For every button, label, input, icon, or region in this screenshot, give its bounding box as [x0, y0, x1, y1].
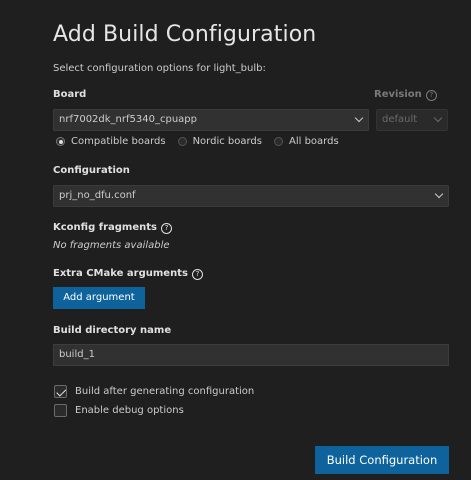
kconfig-label-text: Kconfig fragments [53, 222, 157, 233]
dialog-title: Add Build Configuration [53, 22, 317, 47]
help-circle-icon[interactable]: ? [191, 269, 203, 280]
build-dir-input[interactable]: build_1 [53, 344, 449, 366]
debug-label: Enable debug options [75, 405, 184, 416]
revision-select: default [376, 109, 448, 131]
radio-nordic-boards[interactable]: Nordic boards [177, 136, 262, 147]
build-after-option[interactable]: Build after generating configuration [54, 385, 254, 398]
chevron-down-icon [434, 189, 444, 199]
chevron-down-icon [433, 113, 443, 123]
revision-label: Revision? [374, 89, 437, 101]
kconfig-label: Kconfig fragments? [53, 222, 172, 234]
configuration-select[interactable]: prj_no_dfu.conf [53, 185, 449, 207]
board-label: Board [53, 89, 86, 100]
revision-select-value: default [382, 114, 418, 125]
board-select[interactable]: nrf7002dk_nrf5340_cpuapp [53, 109, 369, 131]
cmake-label: Extra CMake arguments? [53, 268, 203, 280]
build-configuration-button[interactable]: Build Configuration [315, 446, 449, 474]
revision-label-text: Revision [374, 89, 422, 100]
debug-option[interactable]: Enable debug options [54, 404, 184, 417]
radio-all-boards[interactable]: All boards [274, 136, 339, 147]
board-select-value: nrf7002dk_nrf5340_cpuapp [59, 114, 197, 125]
radio-icon [177, 137, 187, 146]
radio-icon [56, 137, 65, 146]
configuration-label: Configuration [53, 165, 130, 176]
board-label-text: Board [53, 89, 87, 100]
radio-label: Compatible boards [71, 136, 166, 147]
checkbox-unchecked-icon[interactable] [54, 404, 67, 417]
radio-label: All boards [289, 136, 339, 147]
radio-compatible-boards[interactable]: Compatible boards [56, 136, 166, 147]
checkbox-checked-icon[interactable] [54, 385, 67, 398]
add-argument-button[interactable]: Add argument [53, 287, 145, 309]
help-circle-icon[interactable]: ? [160, 223, 172, 234]
dialog-subtitle: Select configuration options for light_b… [53, 63, 266, 74]
cmake-label-text: Extra CMake arguments [53, 268, 188, 279]
build-after-label: Build after generating configuration [75, 386, 255, 397]
radio-icon [274, 137, 283, 146]
build-dir-label: Build directory name [53, 325, 172, 336]
kconfig-empty-text: No fragments available [53, 240, 170, 251]
configuration-select-value: prj_no_dfu.conf [59, 190, 136, 201]
help-circle-icon[interactable]: ? [425, 90, 437, 101]
radio-label: Nordic boards [192, 136, 262, 147]
chevron-down-icon [354, 113, 364, 123]
board-filter-group: Compatible boards Nordic boards All boar… [56, 136, 351, 147]
